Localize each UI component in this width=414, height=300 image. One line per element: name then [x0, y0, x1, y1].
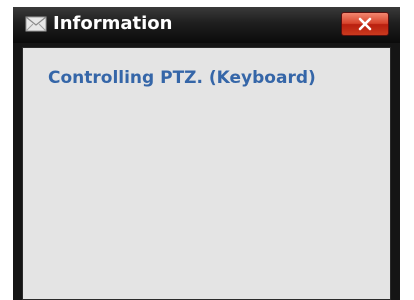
close-icon [358, 17, 372, 31]
information-dialog: Information Controlling PTZ. (Keyboard) [13, 7, 400, 300]
dialog-title: Information [53, 13, 173, 34]
envelope-icon [25, 16, 47, 32]
title-bar[interactable]: Information [13, 7, 400, 43]
dialog-content: Controlling PTZ. (Keyboard) [22, 47, 391, 300]
close-button[interactable] [341, 12, 389, 36]
info-message: Controlling PTZ. (Keyboard) [48, 68, 316, 88]
